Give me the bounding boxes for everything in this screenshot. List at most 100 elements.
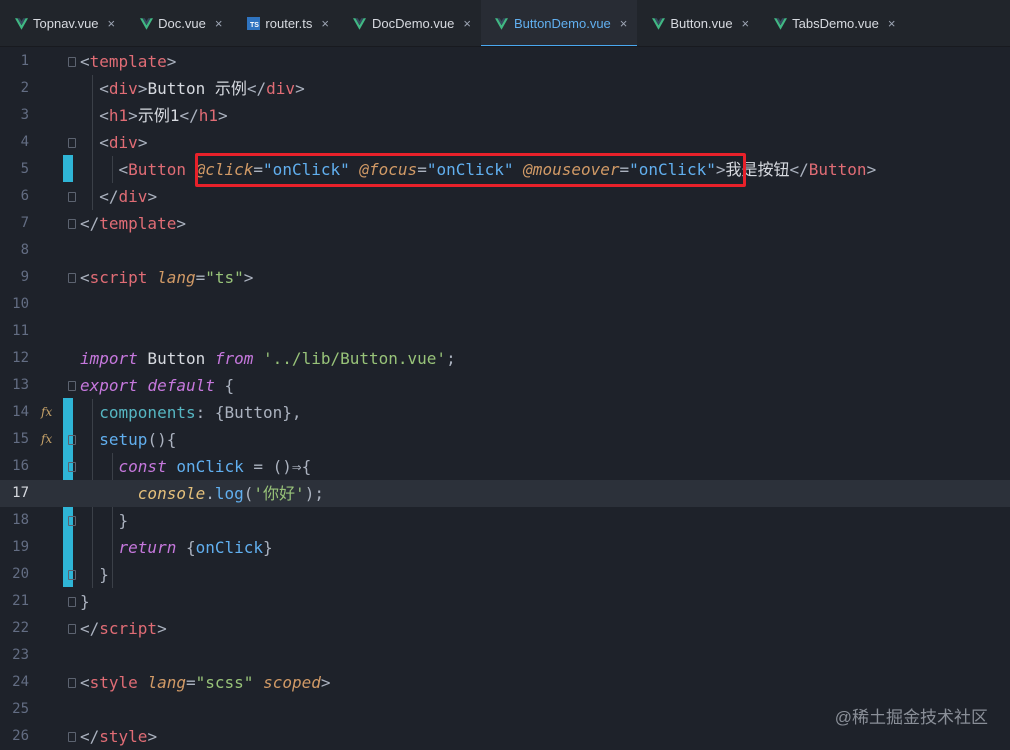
code-line[interactable]: 12 import Button from '../lib/Button.vue'…: [0, 345, 1010, 372]
line-number: 26: [12, 728, 29, 744]
code-line[interactable]: 23: [0, 642, 1010, 669]
code-token: <: [80, 106, 109, 125]
code-text: console.log('你好');: [80, 480, 324, 507]
tab-topnav-vue[interactable]: Topnav.vue ×: [0, 0, 125, 46]
code-token: Button: [137, 349, 215, 368]
tab-doc-vue[interactable]: Doc.vue ×: [125, 0, 232, 46]
code-token: </: [179, 106, 199, 125]
tab-router-ts[interactable]: TS router.ts ×: [232, 0, 339, 46]
code-line[interactable]: 1 <template>: [0, 48, 1010, 75]
typescript-icon: TS: [246, 17, 260, 31]
code-editor[interactable]: 1 <template> 2 <div>Button 示例</div> 3 <h1>示…: [0, 48, 1010, 750]
tab-label: TabsDemo.vue: [792, 16, 879, 31]
code-line[interactable]: 10: [0, 291, 1010, 318]
code-token: <: [80, 52, 90, 71]
code-token: </: [789, 160, 809, 179]
code-token: >: [137, 133, 148, 152]
tab-docdemo-vue[interactable]: DocDemo.vue ×: [339, 0, 481, 46]
close-icon[interactable]: ×: [108, 17, 116, 30]
code-token: return: [80, 538, 177, 557]
code-line[interactable]: 8: [0, 237, 1010, 264]
code-token: <: [80, 133, 109, 152]
code-line[interactable]: 21}: [0, 588, 1010, 615]
tab-tabsdemo-vue[interactable]: TabsDemo.vue ×: [759, 0, 905, 46]
code-token: script: [89, 268, 148, 287]
code-line[interactable]: 13 export default {: [0, 372, 1010, 399]
code-token: }: [80, 592, 90, 611]
vue-icon: [353, 17, 367, 31]
code-text: </template>: [80, 210, 186, 237]
close-icon[interactable]: ×: [742, 17, 750, 30]
code-text: export default {: [80, 372, 234, 399]
code-line[interactable]: 16 const onClick = ()⇒{: [0, 453, 1010, 480]
code-token: >: [157, 619, 167, 638]
code-line[interactable]: 2 <div>Button 示例</div>: [0, 75, 1010, 102]
code-token: onClick: [195, 538, 264, 557]
code-line[interactable]: 17 console.log('你好');: [0, 480, 1010, 507]
code-token: template: [99, 214, 177, 233]
code-line[interactable]: 3 <h1>示例1</h1>: [0, 102, 1010, 129]
code-token: "ts": [205, 268, 244, 287]
function-icon[interactable]: 𝑓x: [41, 432, 52, 446]
code-token: "scss": [195, 673, 254, 692]
vue-icon: [651, 17, 665, 31]
code-line[interactable]: 15 𝑓x setup(){: [0, 426, 1010, 453]
code-token: .: [205, 484, 215, 503]
typescript-badge: TS: [246, 17, 260, 30]
code-token: {: [176, 538, 196, 557]
code-token: >: [295, 79, 305, 98]
code-token: default: [147, 376, 215, 395]
code-line[interactable]: 9 <script lang="ts">: [0, 264, 1010, 291]
code-line[interactable]: 4 <div>: [0, 129, 1010, 156]
code-line[interactable]: 24 <style lang="scss" scoped>: [0, 669, 1010, 696]
code-text: return {onClick}: [80, 534, 273, 561]
code-text: setup(){: [80, 426, 176, 453]
line-number: 7: [20, 215, 29, 231]
code-line[interactable]: 22 </script>: [0, 615, 1010, 642]
code-token: h1: [108, 106, 129, 125]
line-number: 9: [20, 269, 29, 285]
code-text: </div>: [80, 183, 157, 210]
code-text: }: [80, 561, 109, 588]
close-icon[interactable]: ×: [888, 17, 896, 30]
line-number: 21: [12, 593, 29, 609]
line-number: 6: [20, 188, 29, 204]
code-token: >: [147, 727, 158, 746]
code-token: >: [320, 673, 331, 692]
code-token: );: [304, 484, 324, 503]
line-number: 3: [20, 107, 29, 123]
code-text: }: [80, 588, 90, 615]
code-token: </: [80, 619, 100, 638]
code-token: h1: [198, 106, 218, 125]
code-line[interactable]: 11: [0, 318, 1010, 345]
code-token: (){: [147, 430, 177, 449]
tab-buttondemo-vue[interactable]: ButtonDemo.vue ×: [480, 0, 638, 46]
close-icon[interactable]: ×: [215, 17, 223, 30]
line-number: 22: [12, 620, 29, 636]
code-token: import: [80, 349, 138, 368]
code-token: >: [243, 268, 254, 287]
code-token: export: [80, 376, 138, 395]
tab-button-vue[interactable]: Button.vue ×: [637, 0, 759, 46]
function-icon[interactable]: 𝑓x: [41, 405, 52, 419]
vue-icon: [139, 17, 153, 31]
code-token: >: [147, 187, 158, 206]
code-line[interactable]: 18 }: [0, 507, 1010, 534]
code-line[interactable]: 14 𝑓x components: {Button},: [0, 399, 1010, 426]
code-token: setup: [80, 430, 148, 449]
line-number: 15: [12, 431, 29, 447]
code-line[interactable]: 6 </div>: [0, 183, 1010, 210]
close-icon[interactable]: ×: [620, 17, 628, 30]
line-number: 14: [12, 404, 29, 420]
code-text: <div>Button 示例</div>: [80, 75, 305, 102]
close-icon[interactable]: ×: [321, 17, 329, 30]
code-line[interactable]: 19 return {onClick}: [0, 534, 1010, 561]
code-line[interactable]: 7 </template>: [0, 210, 1010, 237]
line-number: 17: [12, 485, 29, 501]
close-icon[interactable]: ×: [463, 17, 471, 30]
line-number: 19: [12, 539, 29, 555]
code-line[interactable]: 20 }: [0, 561, 1010, 588]
code-token: : {Button},: [195, 403, 302, 422]
